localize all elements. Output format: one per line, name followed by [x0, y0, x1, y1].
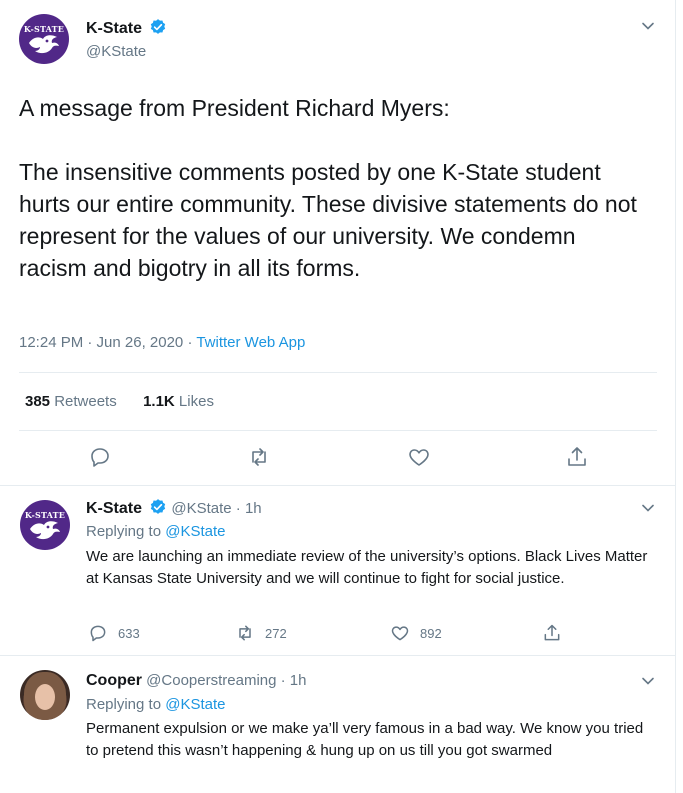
reply-display-name[interactable]: Cooper [86, 672, 142, 689]
chevron-down-icon[interactable] [640, 673, 656, 689]
verified-badge-icon [151, 19, 166, 34]
cooper-avatar[interactable] [20, 670, 70, 720]
reply-age[interactable]: · 1h [232, 500, 262, 517]
reply-text: Permanent expulsion or we make ya’ll ver… [86, 720, 644, 759]
kstate-avatar[interactable]: K-STATE [19, 14, 69, 64]
reply-header: K-State @KState · 1h [86, 498, 262, 518]
replying-to-handle[interactable]: @KState [165, 523, 225, 540]
reply-icon[interactable] [88, 445, 112, 469]
retweet-icon [239, 625, 251, 641]
retweets-count: 385 [25, 393, 51, 410]
retweets-label: Retweets [50, 393, 117, 410]
reply-header: Cooper @Cooperstreaming · 1h [86, 672, 306, 690]
tweet-source-app[interactable]: Twitter Web App [196, 334, 305, 351]
retweet-icon[interactable] [247, 445, 271, 469]
replying-to-label: Replying to [86, 523, 166, 540]
replying-to-line: Replying to @KState [86, 696, 225, 713]
tweet-meta: 12:24 PM · Jun 26, 2020 · Twitter Web Ap… [19, 334, 305, 351]
share-icon [544, 624, 560, 641]
reply-tweet[interactable]: Cooper @Cooperstreaming · 1h Replying to… [0, 656, 676, 793]
retweet-count: 272 [265, 625, 287, 641]
divider [19, 372, 657, 373]
wildcat-logo-icon [29, 35, 59, 54]
likes-stat[interactable]: 1.1K Likes [143, 393, 214, 410]
reply-action-share[interactable] [542, 623, 562, 643]
divider [19, 430, 657, 431]
author-block: K-State [86, 18, 167, 38]
likes-label: Likes [174, 393, 214, 410]
like-icon [391, 626, 409, 641]
reply-tweet[interactable]: K-STATE K-State @KState · 1h Replying to… [0, 486, 676, 656]
reply-handle[interactable]: @KState [171, 500, 231, 517]
reply-age[interactable]: · 1h [276, 672, 307, 689]
tweet-text: A message from President Richard Myers: … [19, 95, 637, 281]
tweet-timestamp[interactable]: 12:24 PM · Jun 26, 2020 · [19, 334, 196, 351]
likes-count: 1.1K [143, 393, 175, 410]
replying-to-handle[interactable]: @KState [165, 696, 225, 713]
verified-badge-icon [150, 499, 166, 514]
reply-action-reply[interactable]: 633 [88, 623, 140, 643]
engagement-stats: 385 Retweets 1.1K Likes [25, 393, 214, 410]
timeline-column: K-STATE K-State @KState A message from P… [0, 0, 676, 793]
replying-to-label: Replying to [86, 696, 166, 713]
reply-count: 633 [118, 625, 140, 641]
retweets-stat[interactable]: 385 Retweets [25, 393, 117, 410]
reply-text: We are launching an immediate review of … [86, 548, 648, 587]
replying-to-line: Replying to @KState [86, 523, 225, 540]
author-display-name[interactable]: K-State [86, 20, 142, 37]
reply-display-name[interactable]: K-State [86, 500, 142, 517]
reply-handle[interactable]: @Cooperstreaming [146, 672, 276, 689]
chevron-down-icon[interactable] [640, 500, 656, 516]
main-tweet: K-STATE K-State @KState A message from P… [0, 0, 676, 486]
like-icon[interactable] [407, 445, 431, 469]
reply-action-like[interactable]: 892 [390, 623, 442, 643]
like-count: 892 [420, 625, 442, 641]
reply-action-retweet[interactable]: 272 [235, 623, 287, 643]
author-handle[interactable]: @KState [86, 43, 146, 60]
share-icon[interactable] [565, 445, 589, 469]
reply-icon [90, 625, 106, 642]
kstate-avatar[interactable]: K-STATE [20, 500, 70, 550]
chevron-down-icon[interactable] [640, 18, 656, 34]
wildcat-logo-icon [30, 521, 60, 540]
